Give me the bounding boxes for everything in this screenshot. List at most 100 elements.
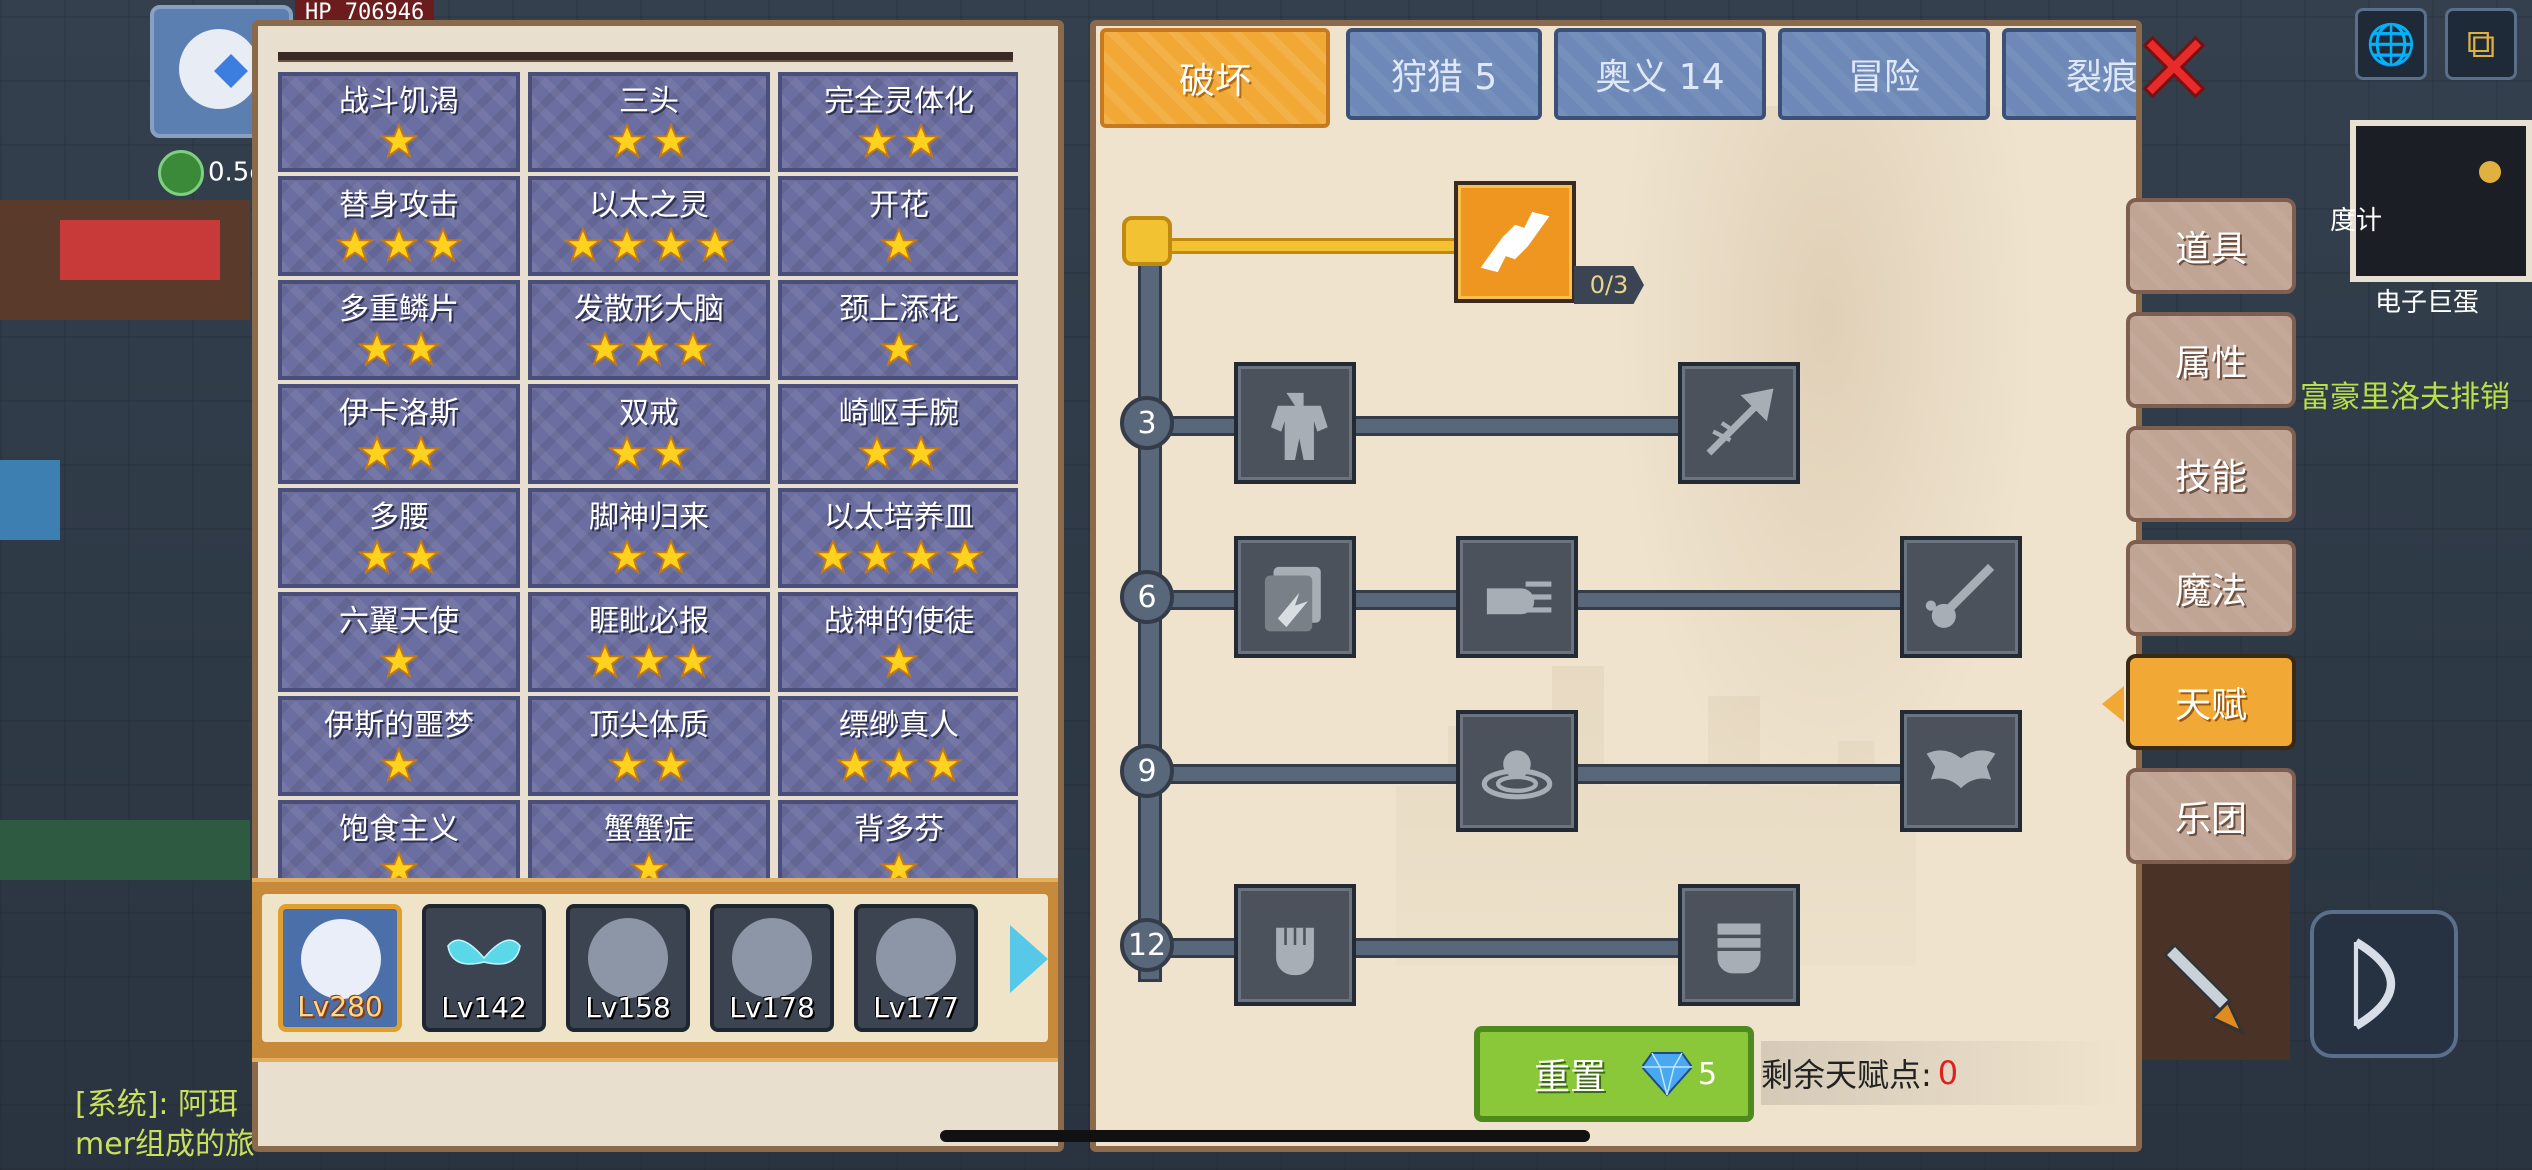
skill-power-punch[interactable]: [1456, 536, 1578, 658]
star-icon: [924, 747, 962, 783]
butterfly-icon: [447, 939, 521, 965]
skill-muscle-body[interactable]: [1234, 362, 1356, 484]
next-character-arrow-icon[interactable]: [1010, 925, 1048, 993]
talent-cell[interactable]: 颈上添花: [778, 280, 1018, 380]
talent-name: 多腰: [369, 500, 429, 535]
character-slot[interactable]: Lv177: [854, 904, 978, 1032]
talent-cell[interactable]: 脚神归来: [528, 488, 770, 588]
talent-cell[interactable]: 缥缈真人: [778, 696, 1018, 796]
talent-cell[interactable]: 顶尖体质: [528, 696, 770, 796]
star-icon: [608, 227, 646, 263]
star-icon: [424, 227, 462, 263]
weapon-bow-button[interactable]: [2310, 910, 2458, 1058]
skill-blood-slash[interactable]: [1900, 536, 2022, 658]
character-slot[interactable]: Lv158: [566, 904, 690, 1032]
talent-cell[interactable]: 崎岖手腕: [778, 384, 1018, 484]
talent-stars: [380, 123, 418, 159]
talent-stars: [336, 227, 462, 263]
star-icon: [652, 435, 690, 471]
chat-log[interactable]: [系统]: 阿珥 mer组成的旅: [75, 1085, 255, 1165]
blood-slash-icon: [1925, 563, 1995, 628]
side-tab-3[interactable]: 魔法: [2126, 540, 2296, 636]
character-slot[interactable]: Lv178: [710, 904, 834, 1032]
skill-ripple-orb[interactable]: [1456, 710, 1578, 832]
talent-cell[interactable]: 伊斯的噩梦: [278, 696, 520, 796]
tab-2[interactable]: 奥义 14: [1554, 28, 1766, 120]
character-portrait: [588, 918, 668, 998]
tier-marker: 3: [1120, 396, 1174, 450]
tree-root-node: [1122, 216, 1172, 266]
side-tab-0[interactable]: 道具: [2126, 198, 2296, 294]
side-tab-4[interactable]: 天赋: [2102, 654, 2296, 750]
star-icon: [608, 435, 646, 471]
tab-0[interactable]: 破坏: [1100, 28, 1330, 128]
talent-name: 以太培养皿: [824, 500, 974, 535]
talent-cell[interactable]: 睚眦必报: [528, 592, 770, 692]
talent-name: 战斗饥渴: [339, 84, 459, 119]
star-icon: [880, 747, 918, 783]
home-indicator[interactable]: [940, 1130, 1590, 1142]
fullscreen-icon[interactable]: ⧉: [2445, 8, 2517, 80]
star-icon: [630, 331, 668, 367]
talent-name: 三头: [619, 84, 679, 119]
minimap-label-text: 电子巨蛋: [2375, 288, 2480, 318]
talent-cell[interactable]: 六翼天使: [278, 592, 520, 692]
talent-name: 双戒: [619, 396, 679, 431]
talent-cell[interactable]: 以太之灵: [528, 176, 770, 276]
skill-raised-fist[interactable]: [1234, 884, 1356, 1006]
talent-stars: [586, 331, 712, 367]
side-tab-5[interactable]: 乐团: [2126, 768, 2296, 864]
talent-name: 睚眦必报: [589, 604, 709, 639]
talent-name: 发散形大脑: [574, 292, 724, 327]
star-icon: [358, 539, 396, 575]
talent-name: 缥缈真人: [839, 708, 959, 743]
star-icon: [402, 331, 440, 367]
skill-shatter-card[interactable]: [1234, 536, 1356, 658]
skill-arm-wrestle[interactable]: [1454, 181, 1576, 303]
reset-talents-button[interactable]: 重置 5: [1474, 1026, 1754, 1122]
talent-cell[interactable]: 战神的使徒: [778, 592, 1018, 692]
talent-cell[interactable]: 发散形大脑: [528, 280, 770, 380]
star-icon: [858, 539, 896, 575]
talent-grid[interactable]: 战斗饥渴 三头 完全灵体化替身攻击 以太之灵 开花多重鳞片 发散形大脑 颈上添花伊卡洛斯 双戒…: [278, 72, 1018, 892]
star-icon: [380, 643, 418, 679]
talent-cell[interactable]: 替身攻击: [278, 176, 520, 276]
star-icon: [652, 123, 690, 159]
shatter-card-icon: [1264, 566, 1321, 632]
talent-cell[interactable]: 多重鳞片: [278, 280, 520, 380]
chat-line: mer组成的旅: [75, 1127, 256, 1162]
talent-cell[interactable]: 三头: [528, 72, 770, 172]
network-icon[interactable]: 🌐: [2355, 8, 2427, 80]
character-portrait: [444, 918, 524, 998]
tab-4[interactable]: 裂痕: [2002, 28, 2136, 120]
sword-icon[interactable]: [2150, 940, 2250, 1040]
talent-name: 六翼天使: [339, 604, 459, 639]
talent-cell[interactable]: 完全灵体化: [778, 72, 1018, 172]
talent-name: 背多芬: [854, 812, 944, 847]
skill-bat-wings[interactable]: [1900, 710, 2022, 832]
talent-name: 颈上添花: [839, 292, 959, 327]
tab-3[interactable]: 冒险: [1778, 28, 1990, 120]
side-tab-1[interactable]: 属性: [2126, 312, 2296, 408]
close-icon[interactable]: [2135, 28, 2213, 106]
talent-cell[interactable]: 多腰: [278, 488, 520, 588]
talent-name: 饱食主义: [339, 812, 459, 847]
star-icon: [564, 227, 602, 263]
skill-arrow-shot[interactable]: [1678, 362, 1800, 484]
character-slot[interactable]: Lv142: [422, 904, 546, 1032]
talent-stars: [608, 123, 690, 159]
talent-cell[interactable]: 战斗饥渴: [278, 72, 520, 172]
skill-wrapped-fist[interactable]: [1678, 884, 1800, 1006]
muscle-body-icon: [1270, 392, 1328, 460]
talent-cell[interactable]: 开花: [778, 176, 1018, 276]
tab-1[interactable]: 狩猎 5: [1346, 28, 1542, 120]
side-tab-2[interactable]: 技能: [2126, 426, 2296, 522]
star-icon: [902, 123, 940, 159]
talent-cell[interactable]: 以太培养皿: [778, 488, 1018, 588]
character-slot[interactable]: Lv280: [278, 904, 402, 1032]
talent-stars: [608, 747, 690, 783]
talent-points-value: 0: [1937, 1054, 1959, 1092]
talent-cell[interactable]: 双戒: [528, 384, 770, 484]
ripple-orb-icon: [1481, 750, 1553, 800]
talent-cell[interactable]: 伊卡洛斯: [278, 384, 520, 484]
